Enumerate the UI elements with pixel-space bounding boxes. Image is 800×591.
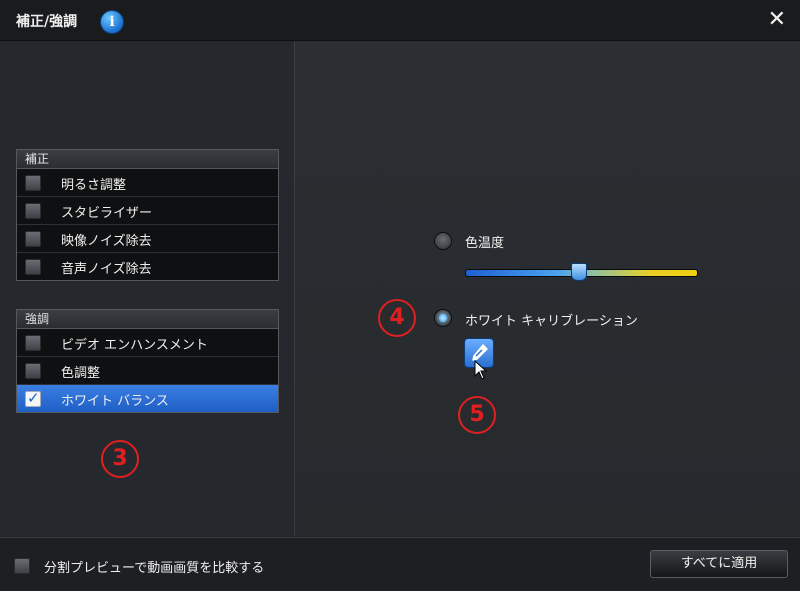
list-item-color-adjust[interactable]: 色調整 <box>17 357 278 385</box>
enhance-dialog: 補正/強調 i ✕ 補正 明るさ調整 スタビライザー 映像ノイズ除去 音声ノイズ… <box>0 0 800 591</box>
checkbox[interactable] <box>25 175 41 191</box>
list-item-label: ホワイト バランス <box>61 394 169 409</box>
checkbox[interactable] <box>25 259 41 275</box>
list-item-video-enhancement[interactable]: ビデオ エンハンスメント <box>17 329 278 357</box>
split-preview-label: 分割プレビューで動画画質を比較する <box>44 561 265 576</box>
dialog-title: 補正/強調 <box>16 14 78 30</box>
list-item-video-denoise[interactable]: 映像ノイズ除去 <box>17 225 278 253</box>
list-item-label: 映像ノイズ除去 <box>61 234 152 249</box>
list-item-brightness[interactable]: 明るさ調整 <box>17 169 278 197</box>
list-item-audio-denoise[interactable]: 音声ノイズ除去 <box>17 253 278 280</box>
checkbox[interactable] <box>25 363 41 379</box>
title-bar: 補正/強調 i ✕ <box>0 0 800 41</box>
step-marker-5: 5 <box>458 396 496 434</box>
enhance-group-header: 強調 <box>17 310 278 329</box>
color-temperature-label: 色温度 <box>465 236 505 251</box>
white-calibration-label: ホワイト キャリブレーション <box>465 314 638 329</box>
info-icon[interactable]: i <box>100 10 124 34</box>
checkbox[interactable] <box>25 203 41 219</box>
enhance-group: 強調 ビデオ エンハンスメント 色調整 ホワイト バランス <box>16 309 279 413</box>
settings-pane <box>295 41 800 536</box>
step-marker-4: 4 <box>378 299 416 337</box>
checkbox[interactable] <box>25 231 41 247</box>
list-item-white-balance[interactable]: ホワイト バランス <box>17 385 278 412</box>
list-item-label: ビデオ エンハンスメント <box>61 338 208 353</box>
correction-group-header: 補正 <box>17 150 278 169</box>
effects-list-pane: 補正 明るさ調整 スタビライザー 映像ノイズ除去 音声ノイズ除去 強調 ビデオ … <box>0 41 295 536</box>
mouse-cursor-icon <box>474 360 488 380</box>
list-item-label: スタビライザー <box>61 206 153 221</box>
bottom-bar: 分割プレビューで動画画質を比較する すべてに適用 <box>0 537 800 591</box>
split-preview-checkbox[interactable] <box>14 558 30 574</box>
checkbox-checked[interactable] <box>25 389 41 407</box>
white-calibration-radio[interactable] <box>434 309 452 327</box>
apply-all-button[interactable]: すべてに適用 <box>650 550 788 578</box>
slider-thumb[interactable] <box>571 263 587 281</box>
step-marker-3: 3 <box>101 440 139 478</box>
checkbox[interactable] <box>25 335 41 351</box>
close-icon[interactable]: ✕ <box>768 7 786 32</box>
list-item-label: 音声ノイズ除去 <box>61 262 152 277</box>
list-item-stabilizer[interactable]: スタビライザー <box>17 197 278 225</box>
correction-group: 補正 明るさ調整 スタビライザー 映像ノイズ除去 音声ノイズ除去 <box>16 149 279 281</box>
list-item-label: 色調整 <box>61 366 101 381</box>
color-temperature-radio[interactable] <box>434 232 452 250</box>
list-item-label: 明るさ調整 <box>61 178 127 193</box>
